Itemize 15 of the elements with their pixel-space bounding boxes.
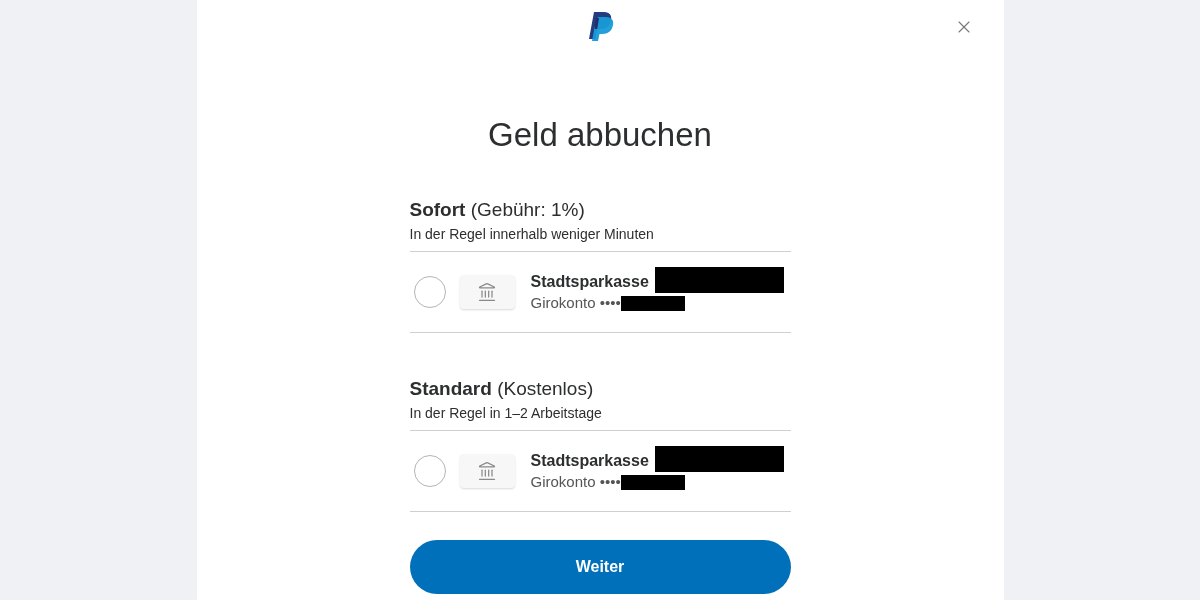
logo-icon bbox=[586, 10, 614, 42]
radio-button[interactable] bbox=[413, 276, 446, 308]
option-subtitle: In der Regel innerhalb weniger Minuten bbox=[409, 225, 655, 243]
option-heading: Standard (Kostenlos) bbox=[409, 377, 595, 401]
bank-name: Stadtsparkasse bbox=[530, 272, 649, 292]
option-heading: Sofort (Gebühr: 1%) bbox=[409, 198, 586, 222]
dialog-title: Geld abbuchen bbox=[488, 116, 712, 154]
account-type: Girokonto •••• bbox=[530, 472, 621, 492]
radio-button[interactable] bbox=[413, 455, 446, 487]
bank-icon bbox=[459, 454, 515, 488]
continue-button[interactable]: Weiter bbox=[409, 540, 791, 594]
bank-icon bbox=[459, 275, 515, 309]
account-type: Girokonto •••• bbox=[530, 293, 621, 313]
bank-name: Stadtsparkasse bbox=[530, 451, 649, 471]
option-subtitle: In der Regel in 1–2 Arbeitstage bbox=[409, 404, 603, 422]
